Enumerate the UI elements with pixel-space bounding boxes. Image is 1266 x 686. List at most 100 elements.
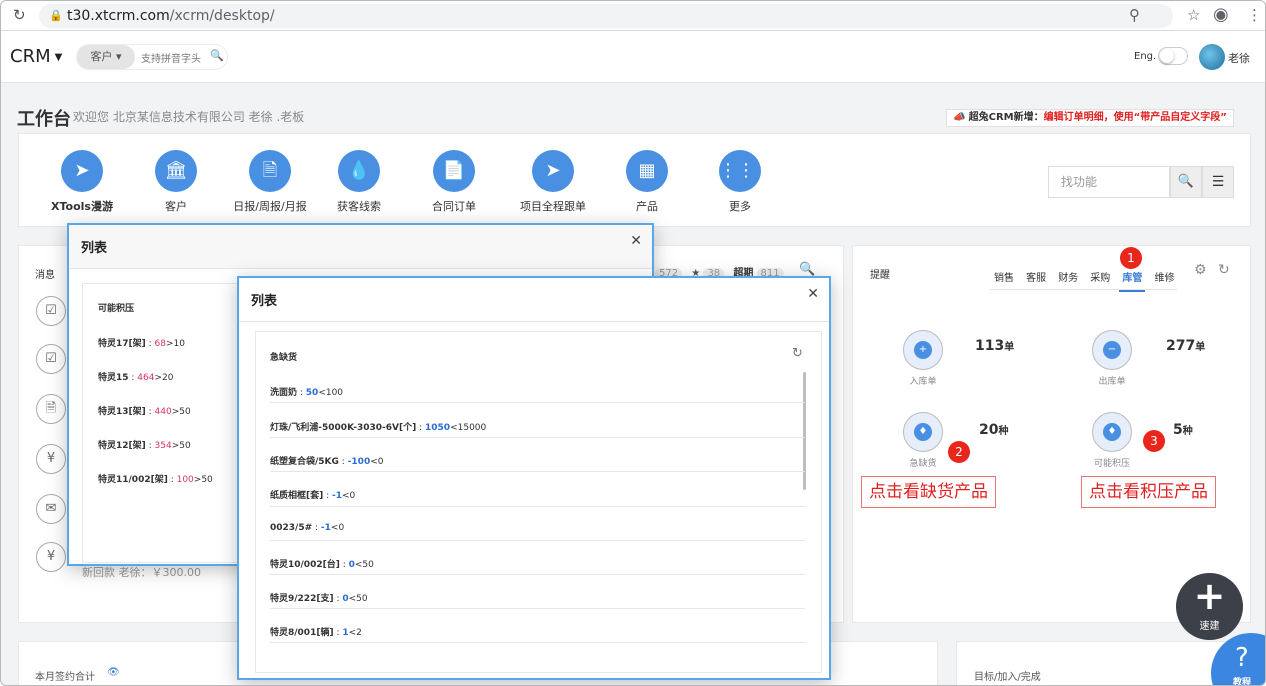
item-op: < [370,457,378,467]
close-icon[interactable]: ✕ [630,233,642,249]
monthly-contract-title: 本月签约合计 [35,672,95,683]
list-item[interactable]: 特灵15 : 464>20 [98,370,173,383]
list-section-title: 急缺货 [270,353,298,363]
announcement-banner[interactable]: 📣 超兔CRM新增：编辑订单明细，使用“带产品自定义字段” [946,109,1234,127]
item-op: > [154,373,163,383]
search-input[interactable]: 支持拼音字头 [141,50,201,65]
rocket-icon: ➤ [61,150,103,192]
list-item[interactable]: 特灵8/001[辆] : 1<2 [270,625,362,638]
tab-service[interactable]: 客服 [1023,268,1049,290]
item-qty: 68 [154,339,166,349]
divider [270,574,805,575]
item-qty: 100 [176,475,194,485]
item-name: 特灵12[架] [98,441,146,451]
overstock-count[interactable]: 5种 [1173,422,1193,438]
divider [270,437,805,438]
list-item[interactable]: 特灵17[架] : 68>10 [98,336,185,349]
address-bar[interactable]: 🔒 t30.xtcrm.com/xcrm/desktop/ [39,4,1173,28]
find-function-input[interactable]: 找功能 [1048,166,1170,198]
star-icon[interactable]: ☆ [1187,6,1200,24]
search-icon[interactable]: 🔍 [210,49,224,62]
mail-icon[interactable]: ✉ [36,494,66,524]
item-limit: 0 [377,457,384,467]
megaphone-icon: 📣 [953,112,966,123]
search-icon: 🔍 [1177,174,1195,189]
modal-title: 列表 [81,241,108,256]
list-item[interactable]: 特灵12[架] : 354>50 [98,438,191,451]
outbound-button[interactable]: − [1092,330,1132,370]
refresh-icon[interactable]: ↻ [1218,262,1230,278]
tab-inventory[interactable]: 库管 [1119,268,1146,292]
list-item[interactable]: 特灵11/002[架] : 100>50 [98,472,213,485]
calendar-check-icon[interactable]: ☑ [36,296,66,326]
hamburger-icon: ☰ [1211,174,1225,190]
list-item[interactable]: 纸质相框[套] : -1<0 [270,488,355,501]
tab-finance[interactable]: 财务 [1055,268,1081,290]
modal-header: 列表 ✕ [69,225,652,269]
yen-icon[interactable]: ¥ [36,444,66,474]
quick-item-more[interactable]: ⋮⋮⋮ 更多 [685,150,795,214]
shortage-unit: 种 [998,426,1009,437]
list-item[interactable]: 0023/5# : -1<0 [270,523,344,533]
inbound-button[interactable]: + [903,330,943,370]
document-icon: 🗎 [249,150,291,192]
menu-button[interactable]: ☰ [1202,166,1234,198]
target-panel: 目标/加入/完成 [956,641,1251,685]
search-scope-dropdown[interactable]: 客户 ▾ [77,45,135,69]
drop-icon: 💧 [338,150,380,192]
item-name: 纸塑复合袋/5KG [270,457,339,467]
inbound-count[interactable]: 113单 [975,338,1014,354]
find-search-button[interactable]: 🔍 [1170,166,1202,198]
reminder-panel: 提醒 销售 客服 财务 采购 库管 维修 ⚙ ↻ + 入库单 113单 − 出库… [852,245,1251,623]
zoom-icon[interactable]: ⚲ [1129,6,1140,24]
list-item[interactable]: 洗面奶 : 50<100 [270,385,343,398]
tab-sales[interactable]: 销售 [991,268,1017,290]
list-item[interactable]: 特灵9/222[支] : 0<50 [270,591,368,604]
yen-icon[interactable]: ¥ [36,542,66,572]
item-name: 特灵11/002[架] [98,475,168,485]
item-op: < [450,423,458,433]
username[interactable]: 老徐 [1228,50,1250,66]
minus-icon: − [1103,341,1121,359]
refresh-icon[interactable]: ↻ [792,346,803,361]
list-item[interactable]: 特灵10/002[台] : 0<50 [270,557,374,570]
overstock-button[interactable]: ♦ [1092,412,1132,452]
tab-purchase[interactable]: 采购 [1087,268,1113,290]
quick-item-contracts[interactable]: 📄 合同订单 [399,150,509,214]
caret-down-icon: ▼ [54,51,63,63]
outbound-count[interactable]: 277单 [1166,338,1205,354]
tab-repair[interactable]: 维修 [1151,268,1177,290]
quick-create-button[interactable]: + 速建 [1176,573,1243,640]
item-limit: 20 [162,373,174,383]
step-badge-2: 2 [948,441,970,463]
modal-header: 列表 ✕ [239,278,829,322]
divider [270,608,805,609]
gear-icon[interactable]: ⚙ [1194,262,1207,278]
message-item[interactable]: 新回款 老徐：￥300.00 [82,564,201,580]
url-host: t30.xtcrm.com [67,8,170,24]
search-icon[interactable]: 🔍 [799,262,815,277]
question-icon: ? [1235,643,1249,673]
item-limit: 0 [338,523,345,533]
profile-icon[interactable]: ◉ [1213,4,1229,25]
brand-menu[interactable]: CRM ▼ [10,46,62,67]
list-item[interactable]: 特灵13[架] : 440>50 [98,404,191,417]
avatar[interactable] [1199,44,1225,70]
item-limit: 50 [179,407,191,417]
outbound-label: 出库单 [1098,377,1126,387]
list-item[interactable]: 纸塑复合袋/5KG : -100<0 [270,454,384,467]
language-toggle[interactable] [1158,47,1188,65]
item-name: 纸质相框[套] [270,491,324,501]
list-item[interactable]: 灯珠/飞利浦-5000K-3030-6V[个] : 1050<15000 [270,420,486,433]
reload-icon[interactable]: ↻ [13,6,26,24]
shortage-count[interactable]: 20种 [979,422,1008,438]
scrollbar[interactable] [803,372,806,490]
quick-launch-panel: ➤ XTools漫游 🏛 客户 🗎 日报/周报/月报 💧 获客线索 📄 合同订单… [18,133,1251,227]
document-icon[interactable]: 🗎 [36,394,66,424]
kebab-menu-icon[interactable]: ⋮ [1247,6,1262,24]
shortage-button[interactable]: ♦ [903,412,943,452]
quick-item-leads[interactable]: 💧 获客线索 [304,150,414,214]
eye-icon[interactable]: 👁 [107,667,120,678]
calendar-check-icon[interactable]: ☑ [36,344,66,374]
close-icon[interactable]: ✕ [807,286,819,302]
